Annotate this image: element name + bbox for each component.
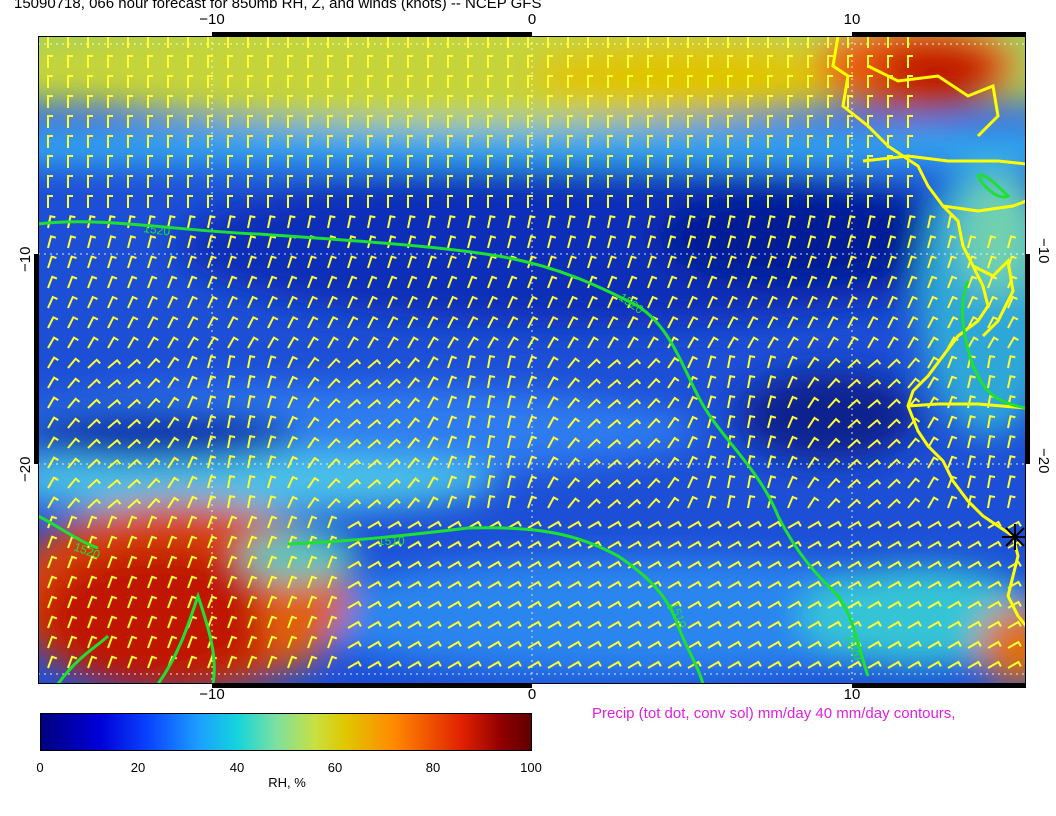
left-tick-label: −20	[17, 456, 34, 482]
colorbar-tick: 20	[130, 760, 146, 775]
colorbar-tick: 0	[36, 760, 44, 775]
rh-colorbar	[40, 713, 532, 751]
frame-bar	[212, 32, 532, 37]
top-tick-label: 10	[843, 11, 861, 28]
colorbar-tick: 80	[425, 760, 441, 775]
frame-bar	[852, 683, 1026, 688]
colorbar-tick: 40	[229, 760, 245, 775]
right-tick-label: −20	[1035, 448, 1052, 474]
colorbar-label: RH, %	[268, 775, 306, 790]
right-tick-label: −10	[1035, 238, 1052, 264]
left-tick-label: −10	[17, 246, 34, 272]
map-panel: 1520 1520 1510 1510 1520 1520	[38, 36, 1026, 684]
top-tick-label: 0	[527, 11, 537, 28]
bottom-tick-label: 0	[527, 686, 537, 703]
precip-note: Precip (tot dot, conv sol) mm/day 40 mm/…	[592, 705, 956, 722]
top-tick-label: −10	[199, 11, 225, 28]
frame-bar	[34, 254, 39, 464]
colorbar-tick: 100	[520, 760, 542, 775]
frame-bar	[212, 683, 532, 688]
map-title: 15090718, 066 hour forecast for 850mb RH…	[14, 0, 542, 12]
frame-bar	[852, 32, 1026, 37]
colorbar-tick: 60	[327, 760, 343, 775]
contour-label: 1510	[378, 534, 405, 548]
bottom-tick-label: 10	[843, 686, 861, 703]
bottom-tick-label: −10	[199, 686, 225, 703]
frame-bar	[1025, 254, 1030, 464]
